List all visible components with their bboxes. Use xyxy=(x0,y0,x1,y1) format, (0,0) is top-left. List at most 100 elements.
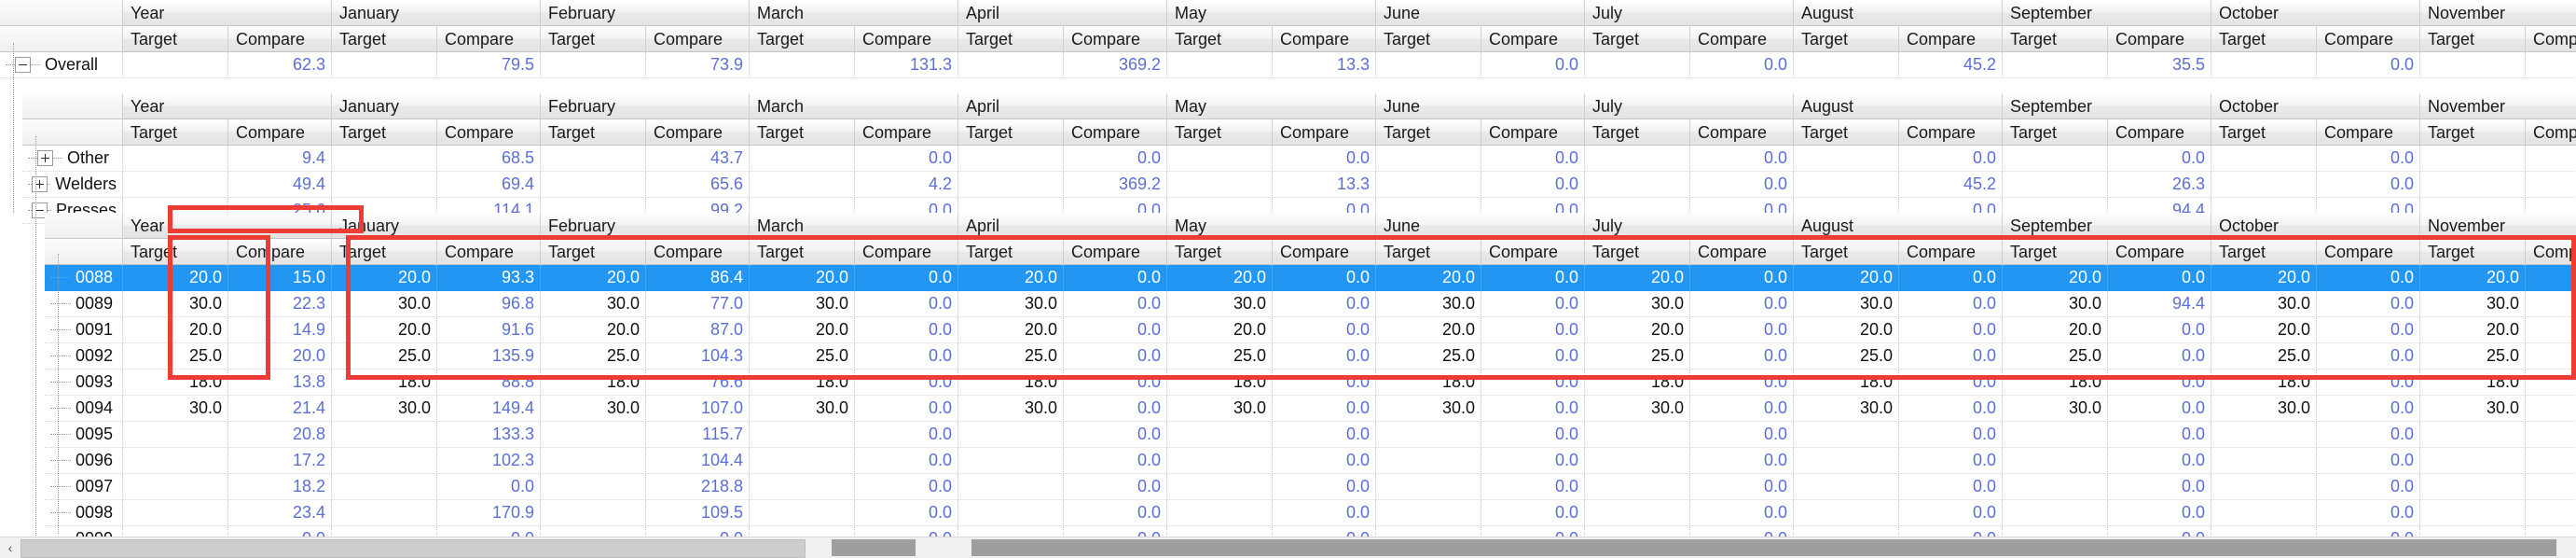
column-header-november-target[interactable]: Target xyxy=(2420,26,2526,52)
column-header-june-target[interactable]: Target xyxy=(1376,239,1481,265)
cell-june-target[interactable]: 20.0 xyxy=(1376,265,1481,291)
cell-august-compare[interactable]: 45.2 xyxy=(1899,52,2003,78)
cell-july-compare[interactable]: 0.0 xyxy=(1690,52,1794,78)
cell-february-target[interactable]: 18.0 xyxy=(541,370,646,396)
cell-march-compare[interactable]: 0.0 xyxy=(855,500,958,526)
column-header-august-target[interactable]: Target xyxy=(1794,119,1899,146)
cell-may-compare[interactable]: 0.0 xyxy=(1273,343,1376,370)
cell-september-compare[interactable]: 0.0 xyxy=(2108,500,2211,526)
cell-january-target[interactable] xyxy=(332,52,437,78)
column-header-october-compare[interactable]: Compare xyxy=(2317,239,2420,265)
column-header-january-target[interactable]: Target xyxy=(332,239,437,265)
cell-july-compare[interactable]: 0.0 xyxy=(1690,448,1794,474)
cell-august-compare[interactable]: 0.0 xyxy=(1899,422,2003,448)
row-label-cell[interactable]: 0096 xyxy=(45,448,123,474)
cell-june-compare[interactable]: 0.0 xyxy=(1481,370,1585,396)
cell-may-target[interactable]: 20.0 xyxy=(1167,265,1273,291)
cell-october-compare[interactable]: 0.0 xyxy=(2317,291,2420,317)
column-group-header-september[interactable]: September xyxy=(2003,0,2211,26)
table-row[interactable]: 0094 30.0 21.4 30.0 149.4 30.0 107.0 30.0 0.0 30.… xyxy=(45,396,2576,422)
row-label-cell[interactable]: Other xyxy=(22,146,123,172)
cell-october-target[interactable]: 20.0 xyxy=(2211,265,2317,291)
cell-april-target[interactable]: 20.0 xyxy=(958,265,1064,291)
column-group-header-january[interactable]: January xyxy=(332,213,541,239)
cell-year-target[interactable]: 18.0 xyxy=(123,370,228,396)
expand-icon[interactable] xyxy=(31,176,48,192)
column-header-october-target[interactable]: Target xyxy=(2211,119,2317,146)
cell-september-target[interactable]: 20.0 xyxy=(2003,265,2108,291)
cell-february-compare[interactable]: 43.7 xyxy=(646,146,750,172)
cell-august-compare[interactable]: 45.2 xyxy=(1899,172,2003,198)
cell-july-compare[interactable]: 0.0 xyxy=(1690,422,1794,448)
column-group-header-june[interactable]: June xyxy=(1376,0,1585,26)
cell-may-target[interactable] xyxy=(1167,448,1273,474)
column-header-year-compare[interactable]: Compare xyxy=(228,239,332,265)
column-header-november-target[interactable]: Target xyxy=(2420,239,2526,265)
cell-june-compare[interactable]: 0.0 xyxy=(1481,317,1585,343)
cell-august-compare[interactable]: 0.0 xyxy=(1899,448,2003,474)
row-label-cell[interactable]: 0095 xyxy=(45,422,123,448)
cell-march-target[interactable]: 25.0 xyxy=(750,343,855,370)
cell-november-target[interactable] xyxy=(2420,422,2526,448)
cell-year-target[interactable]: 20.0 xyxy=(123,265,228,291)
cell-year-compare[interactable]: 17.2 xyxy=(228,448,332,474)
cell-february-compare[interactable]: 104.3 xyxy=(646,343,750,370)
cell-year-target[interactable] xyxy=(123,500,228,526)
column-group-header-november[interactable]: November xyxy=(2420,93,2576,119)
column-group-header-january[interactable]: January xyxy=(332,0,541,26)
cell-march-compare[interactable]: 0.0 xyxy=(855,265,958,291)
column-header-january-compare[interactable]: Compare xyxy=(437,26,541,52)
cell-june-target[interactable] xyxy=(1376,146,1481,172)
cell-july-target[interactable] xyxy=(1585,448,1690,474)
column-group-header-july[interactable]: July xyxy=(1585,93,1794,119)
cell-april-compare[interactable]: 0.0 xyxy=(1064,146,1167,172)
column-header-june-compare[interactable]: Compare xyxy=(1481,239,1585,265)
column-header-september-compare[interactable]: Compare xyxy=(2108,239,2211,265)
cell-may-compare[interactable]: 0.0 xyxy=(1273,396,1376,422)
column-header-november-compare[interactable]: Compare xyxy=(2526,26,2576,52)
cell-september-compare[interactable]: 0.0 xyxy=(2108,422,2211,448)
cell-october-target[interactable] xyxy=(2211,474,2317,500)
cell-may-compare[interactable]: 0.0 xyxy=(1273,265,1376,291)
cell-november-target[interactable] xyxy=(2420,172,2526,198)
cell-september-compare[interactable]: 26.3 xyxy=(2108,172,2211,198)
column-header-april-compare[interactable]: Compare xyxy=(1064,119,1167,146)
column-group-header-year[interactable]: Year xyxy=(123,213,332,239)
cell-march-compare[interactable]: 0.0 xyxy=(855,146,958,172)
cell-july-target[interactable] xyxy=(1585,474,1690,500)
column-header-july-compare[interactable]: Compare xyxy=(1690,119,1794,146)
column-group-header-november[interactable]: November xyxy=(2420,213,2576,239)
cell-january-target[interactable]: 18.0 xyxy=(332,370,437,396)
column-group-header-january[interactable]: January xyxy=(332,93,541,119)
cell-october-compare[interactable]: 0.0 xyxy=(2317,317,2420,343)
column-header-may-target[interactable]: Target xyxy=(1167,26,1273,52)
table-row[interactable]: 0091 20.0 14.9 20.0 91.6 20.0 87.0 20.0 0.0 20.0 0… xyxy=(45,317,2576,343)
cell-february-compare[interactable]: 73.9 xyxy=(646,52,750,78)
row-label-cell[interactable]: 0098 xyxy=(45,500,123,526)
cell-september-target[interactable] xyxy=(2003,146,2108,172)
cell-april-target[interactable] xyxy=(958,172,1064,198)
cell-january-compare[interactable]: 135.9 xyxy=(437,343,541,370)
cell-january-compare[interactable]: 69.4 xyxy=(437,172,541,198)
cell-august-target[interactable] xyxy=(1794,146,1899,172)
cell-september-compare[interactable]: 94.4 xyxy=(2108,291,2211,317)
cell-january-target[interactable] xyxy=(332,448,437,474)
cell-april-target[interactable] xyxy=(958,422,1064,448)
cell-february-target[interactable] xyxy=(541,448,646,474)
cell-year-compare[interactable]: 21.4 xyxy=(228,396,332,422)
cell-october-target[interactable] xyxy=(2211,500,2317,526)
cell-february-compare[interactable]: 107.0 xyxy=(646,396,750,422)
column-header-may-target[interactable]: Target xyxy=(1167,119,1273,146)
cell-september-target[interactable] xyxy=(2003,474,2108,500)
cell-march-target[interactable] xyxy=(750,146,855,172)
cell-june-target[interactable]: 30.0 xyxy=(1376,291,1481,317)
cell-may-compare[interactable]: 13.3 xyxy=(1273,172,1376,198)
cell-march-compare[interactable]: 0.0 xyxy=(855,343,958,370)
cell-august-target[interactable] xyxy=(1794,500,1899,526)
cell-year-compare[interactable]: 18.2 xyxy=(228,474,332,500)
cell-september-target[interactable]: 25.0 xyxy=(2003,343,2108,370)
row-label-cell[interactable]: 0088 xyxy=(45,265,123,291)
cell-march-compare[interactable]: 0.0 xyxy=(855,291,958,317)
column-header-july-target[interactable]: Target xyxy=(1585,119,1690,146)
cell-february-compare[interactable]: 87.0 xyxy=(646,317,750,343)
